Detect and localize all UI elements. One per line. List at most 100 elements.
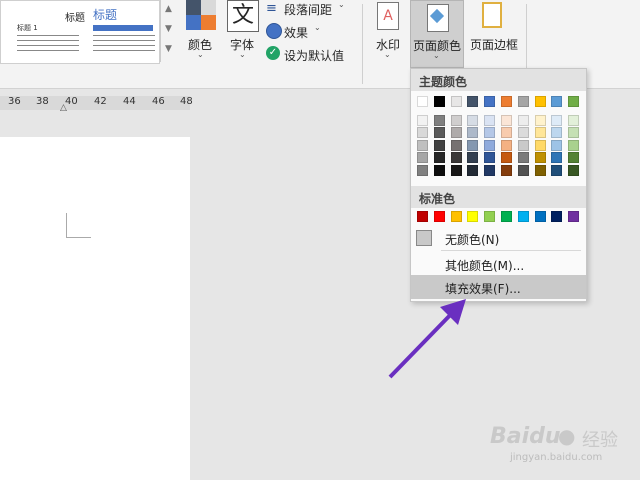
theme-color-swatch[interactable]	[517, 96, 529, 107]
theme-color-shade-swatch[interactable]	[551, 164, 563, 176]
theme-color-shade-swatch[interactable]	[484, 164, 496, 176]
theme-color-shade-swatch[interactable]	[450, 152, 462, 163]
theme-color-shade-swatch[interactable]	[433, 164, 445, 176]
theme-preview-bar	[93, 25, 153, 31]
standard-color-swatch[interactable]	[417, 211, 428, 222]
theme-color-shade-swatch[interactable]	[484, 127, 496, 138]
standard-color-swatch[interactable]	[551, 211, 563, 222]
gallery-down-arrow-icon[interactable]: ▼	[165, 24, 172, 34]
theme-color-swatch[interactable]	[417, 96, 428, 107]
theme-color-shade-swatch[interactable]	[467, 114, 479, 126]
standard-color-row	[411, 210, 586, 224]
right-indent-marker-icon[interactable]: △	[60, 103, 67, 113]
standard-color-swatch[interactable]	[517, 211, 529, 222]
standard-color-swatch[interactable]	[534, 211, 546, 222]
standard-color-swatch[interactable]	[568, 211, 580, 222]
theme-color-grid	[411, 96, 586, 186]
document-page[interactable]	[0, 137, 190, 480]
theme-color-shade-swatch[interactable]	[433, 114, 445, 126]
theme-color-shade-swatch[interactable]	[551, 152, 563, 163]
theme-color-shade-swatch[interactable]	[517, 164, 529, 176]
theme-color-shade-swatch[interactable]	[417, 127, 428, 138]
page-border-button[interactable]: 页面边框	[468, 0, 522, 62]
page-border-icon	[482, 2, 502, 28]
theme-color-shade-swatch[interactable]	[450, 164, 462, 176]
theme-color-shade-swatch[interactable]	[484, 152, 496, 163]
theme-color-shade-swatch[interactable]	[433, 139, 445, 151]
theme-color-shade-swatch[interactable]	[484, 139, 496, 151]
standard-color-swatch[interactable]	[433, 211, 445, 222]
fonts-button[interactable]: 文 字体 ⌄	[224, 0, 262, 62]
theme-color-shade-swatch[interactable]	[501, 139, 512, 151]
theme-color-shade-swatch[interactable]	[501, 152, 512, 163]
theme-color-shade-swatch[interactable]	[534, 164, 546, 176]
theme-color-shade-swatch[interactable]	[517, 139, 529, 151]
theme-color-shade-swatch[interactable]	[417, 164, 428, 176]
theme-color-shade-swatch[interactable]	[450, 127, 462, 138]
paragraph-spacing-icon: ≡	[266, 1, 277, 16]
theme-color-shade-swatch[interactable]	[568, 139, 580, 151]
theme-color-shade-swatch[interactable]	[534, 127, 546, 138]
theme-color-shade-swatch[interactable]	[568, 152, 580, 163]
theme-color-shade-swatch[interactable]	[417, 152, 428, 163]
theme-color-shade-swatch[interactable]	[501, 114, 512, 126]
baidu-url: jingyan.baidu.com	[510, 452, 603, 463]
watermark-button[interactable]: A 水印 ⌄	[370, 0, 406, 62]
page-color-dropdown-icon: ⌄	[433, 51, 440, 60]
theme-color-shade-swatch[interactable]	[534, 152, 546, 163]
theme-color-swatch[interactable]	[433, 96, 445, 107]
effects-button[interactable]: 效果 ⌄	[266, 23, 354, 41]
theme-preview-thumbnail[interactable]: 标题 标题 标题 1	[0, 0, 160, 64]
theme-color-swatch[interactable]	[467, 96, 479, 107]
theme-color-swatch[interactable]	[484, 96, 496, 107]
theme-color-shade-swatch[interactable]	[501, 127, 512, 138]
page-color-button[interactable]: 页面颜色 ⌄	[410, 0, 464, 68]
effects-dropdown-icon: ⌄	[314, 23, 321, 32]
font-glyph-icon: 文	[227, 0, 259, 32]
theme-color-swatch[interactable]	[534, 96, 546, 107]
theme-color-shade-swatch[interactable]	[534, 114, 546, 126]
colors-button[interactable]: 颜色 ⌄	[182, 0, 220, 62]
standard-colors-header-text: 标准色	[419, 192, 456, 206]
theme-color-shade-swatch[interactable]	[450, 139, 462, 151]
gallery-more-arrow-icon[interactable]: ▼	[165, 44, 172, 54]
theme-colors-header-text: 主题颜色	[419, 75, 468, 89]
theme-color-shade-swatch[interactable]	[467, 152, 479, 163]
theme-color-shade-swatch[interactable]	[568, 127, 580, 138]
theme-color-shade-swatch[interactable]	[417, 139, 428, 151]
theme-color-shade-swatch[interactable]	[551, 139, 563, 151]
theme-color-shade-swatch[interactable]	[417, 114, 428, 126]
standard-color-swatch[interactable]	[501, 211, 512, 222]
no-color-swatch-icon	[416, 230, 432, 246]
theme-color-shade-swatch[interactable]	[467, 127, 479, 138]
theme-color-shade-swatch[interactable]	[551, 114, 563, 126]
gallery-up-arrow-icon[interactable]: ▲	[165, 4, 172, 14]
theme-color-shade-swatch[interactable]	[534, 139, 546, 151]
theme-color-shade-swatch[interactable]	[467, 164, 479, 176]
theme-color-shade-swatch[interactable]	[450, 114, 462, 126]
no-color-item[interactable]: 无颜色(N)	[411, 227, 586, 249]
theme-color-shade-swatch[interactable]	[568, 164, 580, 176]
theme-color-shade-swatch[interactable]	[517, 114, 529, 126]
theme-color-swatch[interactable]	[501, 96, 512, 107]
theme-color-shade-swatch[interactable]	[467, 139, 479, 151]
theme-color-swatch[interactable]	[551, 96, 563, 107]
theme-color-swatch[interactable]	[568, 96, 580, 107]
theme-color-shade-swatch[interactable]	[433, 127, 445, 138]
theme-color-shade-swatch[interactable]	[568, 114, 580, 126]
theme-color-shade-swatch[interactable]	[484, 114, 496, 126]
standard-color-swatch[interactable]	[467, 211, 479, 222]
theme-color-shade-swatch[interactable]	[433, 152, 445, 163]
watermark-dropdown-icon: ⌄	[384, 50, 391, 59]
fonts-dropdown-icon: ⌄	[239, 50, 246, 59]
set-default-button[interactable]: ✓ 设为默认值	[266, 46, 354, 64]
standard-color-swatch[interactable]	[484, 211, 496, 222]
theme-color-swatch[interactable]	[450, 96, 462, 107]
standard-color-swatch[interactable]	[450, 211, 462, 222]
theme-color-shade-swatch[interactable]	[551, 127, 563, 138]
theme-color-shade-swatch[interactable]	[501, 164, 512, 176]
more-colors-item[interactable]: 其他颜色(M)...	[411, 253, 586, 275]
theme-color-shade-swatch[interactable]	[517, 152, 529, 163]
paragraph-spacing-button[interactable]: ≡ 段落间距 ⌄	[266, 0, 354, 18]
theme-color-shade-swatch[interactable]	[517, 127, 529, 138]
